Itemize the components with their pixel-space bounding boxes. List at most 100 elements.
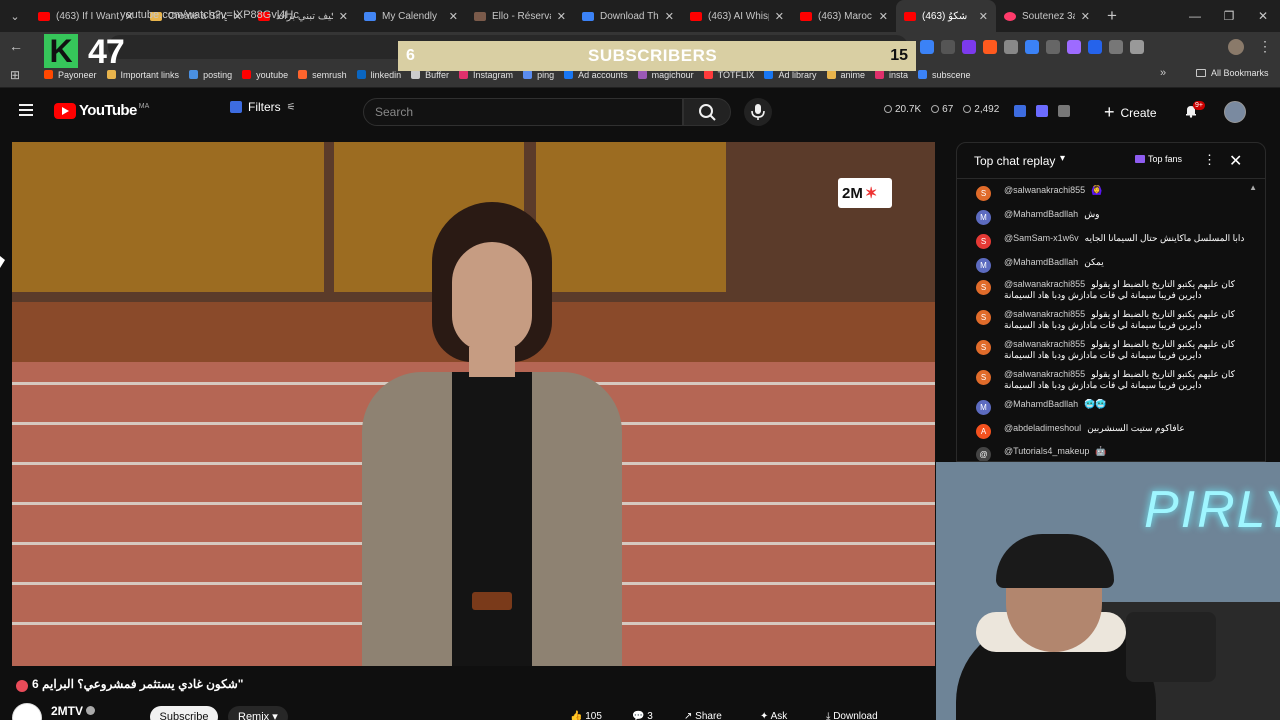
close-window-icon[interactable]: ✕	[1246, 0, 1280, 32]
extension-icon[interactable]	[1014, 105, 1026, 117]
browser-tab[interactable]: (463) AI Whisp ✕	[682, 0, 792, 32]
browser-tab[interactable]: (463) Maroc T ✕	[792, 0, 896, 32]
bookmark[interactable]: posting	[189, 70, 232, 80]
account-avatar[interactable]	[1224, 101, 1246, 123]
youtube-logo[interactable]: YouTube MA	[54, 102, 149, 119]
bookmark[interactable]: youtube	[242, 70, 288, 80]
extensions-row	[920, 40, 1144, 54]
download-button[interactable]: ⤓ Download	[826, 706, 878, 720]
new-tab-button[interactable]: +	[1098, 6, 1126, 26]
extension-icon[interactable]	[1067, 40, 1081, 54]
chat-message[interactable]: M @MahamdBadllah 🥶🥶	[957, 399, 1257, 423]
bookmark[interactable]: Buffer	[411, 70, 449, 80]
author-name: @Tutorials4_makeup	[1004, 446, 1090, 456]
top-fans-button[interactable]: Top fans	[1135, 154, 1182, 164]
share-button[interactable]: ↗ Share	[684, 706, 722, 720]
extension-icon[interactable]	[941, 40, 955, 54]
filters-label: Filters	[248, 100, 281, 114]
chat-message[interactable]: M @MahamdBadllah وش	[957, 209, 1257, 233]
extension-icon[interactable]	[1004, 40, 1018, 54]
bookmark[interactable]: anime	[826, 70, 865, 80]
tab-close-icon[interactable]: ✕	[665, 10, 674, 23]
tab-close-icon[interactable]: ✕	[879, 10, 888, 23]
bookmark[interactable]: subscene	[918, 70, 971, 80]
filters-button[interactable]: Filters ⚟	[230, 100, 296, 114]
browser-profile-avatar[interactable]	[1228, 39, 1244, 55]
tab-title: شكوُ (463)	[922, 10, 968, 22]
extension-icon[interactable]	[1088, 40, 1102, 54]
browser-tab[interactable]: My Calendly ✕	[356, 0, 466, 32]
subscribe-button[interactable]: Subscribe	[150, 706, 218, 720]
author-avatar: S	[976, 280, 991, 295]
bookmark-label: youtube	[256, 69, 289, 80]
tab-close-icon[interactable]: ✕	[449, 10, 458, 23]
bookmark[interactable]: insta	[875, 70, 908, 80]
extension-icon[interactable]	[1025, 40, 1039, 54]
maximize-icon[interactable]: ❐	[1212, 0, 1246, 32]
voice-search-button[interactable]	[744, 98, 772, 126]
search-input[interactable]: Search	[363, 98, 683, 126]
tab-close-icon[interactable]: ✕	[1081, 10, 1090, 23]
search-button[interactable]	[683, 98, 731, 126]
chat-message[interactable]: M @MahamdBadllah يمكن	[957, 257, 1257, 279]
message-text: 🤖	[1095, 446, 1107, 456]
bookmark[interactable]: semrush	[298, 70, 347, 80]
chat-message[interactable]: A @abdeladimeshoul عافاكوم ستيت السنشربين	[957, 423, 1257, 446]
all-bookmarks-button[interactable]: All Bookmarks	[1196, 68, 1269, 78]
guide-menu-icon[interactable]	[19, 104, 33, 119]
bookmark[interactable]: Ad library	[764, 70, 817, 80]
bookmark[interactable]: Ad accounts	[564, 70, 628, 80]
channel-avatar[interactable]	[12, 703, 42, 720]
tab-search-icon[interactable]: ⌄	[0, 0, 30, 32]
browser-tab[interactable]: Download The ✕	[574, 0, 682, 32]
chat-message[interactable]: S @salwanakrachi855 كان عليهم يكتبو التاري…	[957, 369, 1257, 399]
channel-name[interactable]: 2MTV	[51, 704, 83, 718]
extension-icon[interactable]	[920, 40, 934, 54]
like-button[interactable]: 👍 105	[570, 706, 602, 720]
bookmarks-overflow-button[interactable]: »	[1160, 67, 1166, 79]
browser-tab-active[interactable]: شكوُ (463) ✕	[896, 0, 996, 32]
video-player[interactable]: 2M ✶	[12, 142, 935, 666]
close-chat-icon[interactable]: ✕	[1229, 151, 1242, 171]
chat-message[interactable]: S @salwanakrachi855 كان عليهم يكتبو التاري…	[957, 309, 1257, 339]
list-icon[interactable]	[1036, 105, 1048, 117]
bookmark[interactable]: linkedin	[356, 70, 401, 80]
bookmark[interactable]: Instagram	[459, 70, 513, 80]
subs-stat: 20.7K	[884, 104, 921, 115]
bookmark[interactable]: ping	[523, 70, 554, 80]
browser-tab[interactable]: Soutenez 3an ✕	[996, 0, 1098, 32]
extension-icon[interactable]	[983, 40, 997, 54]
author-avatar: M	[976, 258, 991, 273]
browser-menu-icon[interactable]: ⋮	[1258, 38, 1272, 55]
chat-more-options-icon[interactable]: ⋮	[1203, 152, 1216, 168]
tab-close-icon[interactable]: ✕	[339, 10, 348, 23]
minimize-icon[interactable]: —	[1178, 0, 1212, 32]
extension-icon[interactable]	[1046, 40, 1060, 54]
author-avatar: M	[976, 210, 991, 225]
timer-icon[interactable]	[1058, 105, 1070, 117]
tab-close-icon[interactable]: ✕	[775, 10, 784, 23]
apps-grid-icon[interactable]: ⊞	[0, 68, 30, 82]
chat-message[interactable]: S @SamSam-x1w6v دابا المسلسل ماكاينش حتال …	[957, 233, 1257, 257]
chat-message[interactable]: S @salwanakrachi855 كان عليهم يكتبو التاري…	[957, 339, 1257, 369]
tab-close-icon[interactable]: ✕	[557, 10, 566, 23]
message-text-line2: دايرين فريبا سيمانة لي فات مادازش ودبا ه…	[1004, 290, 1202, 300]
back-arrow-icon[interactable]: ←	[9, 38, 23, 54]
tab-close-icon[interactable]: ✕	[979, 10, 988, 23]
chat-message[interactable]: S @salwanakrachi855 🙆‍♀️	[957, 185, 1257, 209]
chat-mode-title[interactable]: Top chat replay	[974, 154, 1055, 168]
extensions-puzzle-icon[interactable]	[1109, 40, 1123, 54]
comments-button[interactable]: 💬 3	[632, 706, 653, 720]
bookmark[interactable]: TOTFLIX	[703, 70, 754, 80]
chevron-down-icon[interactable]: ▾	[1060, 153, 1065, 164]
chat-message[interactable]: S @salwanakrachi855 كان عليهم يكتبو التاري…	[957, 279, 1257, 309]
media-control-icon[interactable]	[1130, 40, 1144, 54]
extension-icon[interactable]	[962, 40, 976, 54]
browser-tab[interactable]: Ello - Réservati ✕	[466, 0, 574, 32]
create-button[interactable]: + Create	[1104, 102, 1157, 123]
chat-message[interactable]: @ @Tutorials4_makeup 🤖	[957, 446, 1257, 461]
address-url[interactable]: youtube.com/watch?v=IXP88Gvl4Hc	[120, 9, 299, 21]
ask-button[interactable]: ✦ Ask	[760, 706, 787, 720]
remix-button[interactable]: Remix ▾	[228, 706, 288, 720]
bookmark[interactable]: magichour	[637, 70, 694, 80]
